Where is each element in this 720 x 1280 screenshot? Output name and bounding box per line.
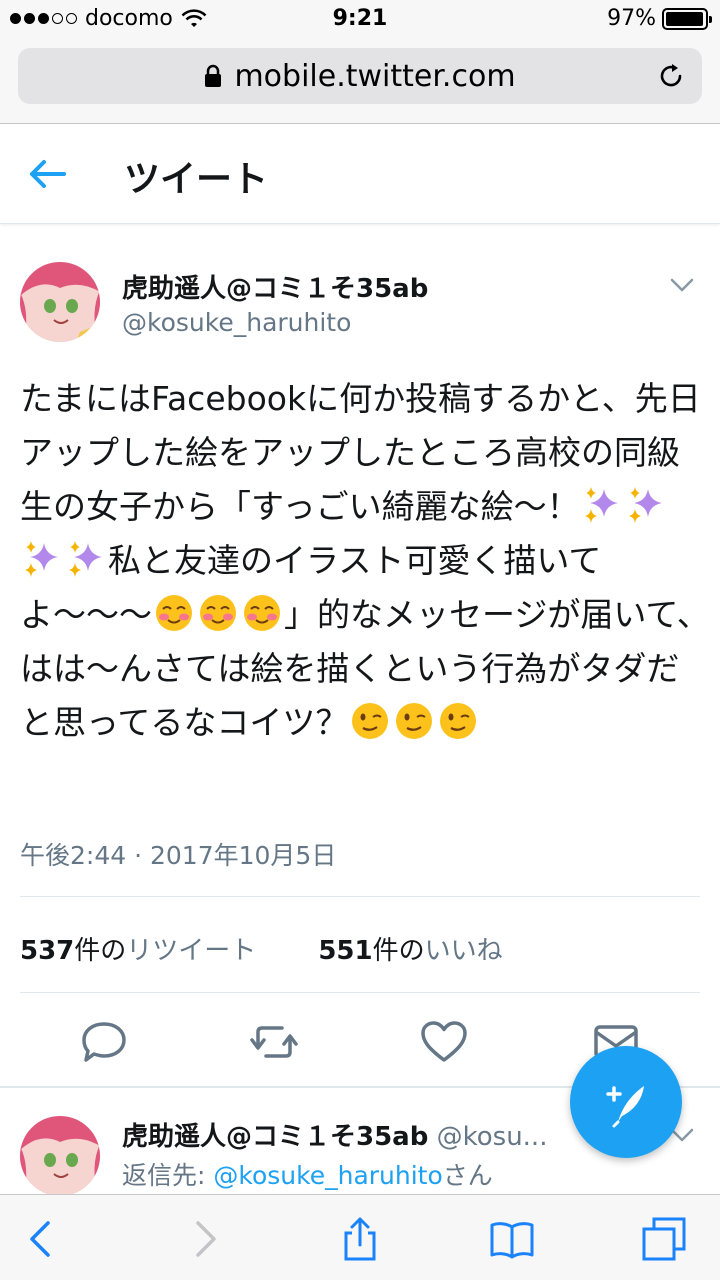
winking-face-emoji-icon (352, 703, 389, 739)
reply-mention-link[interactable]: @kosuke_haruhito (213, 1161, 442, 1190)
smiling-blush-emoji-icon (244, 595, 280, 631)
smiling-blush-emoji-icon (156, 595, 192, 631)
retweets-count: 537 (20, 936, 75, 966)
reply-icon[interactable] (78, 1016, 130, 1068)
user-handle: @kosu... (436, 1122, 548, 1152)
compose-tweet-button[interactable] (570, 1046, 682, 1158)
likes-stat[interactable]: 551件のいいね (318, 930, 502, 967)
retweets-label: リツイート (126, 936, 257, 966)
likes-label: いいね (424, 936, 503, 966)
tweet-text: たまにはFacebookに何か投稿するかと、先日アップした絵をアップしたところ高… (20, 372, 710, 750)
battery-percent: 97% (607, 6, 656, 31)
share-icon[interactable] (336, 1215, 384, 1263)
page-title: ツイート (124, 159, 269, 200)
winking-face-emoji-icon (396, 703, 433, 739)
status-bar: docomo 9:21 97% (0, 0, 720, 40)
browser-address-area: mobile.twitter.com (0, 40, 720, 124)
reply-prefix: 返信先: (122, 1161, 214, 1190)
user-handle[interactable]: @kosuke_haruhito (122, 308, 351, 337)
likes-unit: 件の (372, 936, 425, 966)
avatar[interactable] (20, 1116, 100, 1196)
divider (20, 896, 700, 897)
display-name[interactable]: 虎助遥人@コミ１そ35ab (122, 268, 428, 305)
tabs-icon[interactable] (640, 1215, 688, 1263)
smiling-blush-emoji-icon (200, 595, 236, 631)
display-name: 虎助遥人@コミ１そ35ab (122, 1122, 429, 1152)
status-right: 97% (607, 6, 712, 31)
divider (20, 992, 700, 993)
battery-icon (662, 7, 712, 30)
sparkles-emoji-icon (69, 541, 102, 577)
reply-author[interactable]: 虎助遥人@コミ１そ35ab @kosu... (122, 1116, 547, 1153)
address-bar[interactable]: mobile.twitter.com (18, 48, 702, 104)
tweet-timestamp[interactable]: 午後2:44 · 2017年10月5日 (20, 836, 336, 872)
like-heart-icon[interactable] (418, 1016, 470, 1068)
bookmarks-book-icon[interactable] (488, 1215, 536, 1263)
reply-to-line: 返信先: @kosuke_haruhitoさん (122, 1156, 493, 1192)
sparkles-emoji-icon (628, 487, 662, 523)
avatar[interactable] (20, 262, 100, 342)
retweets-unit: 件の (74, 936, 127, 966)
winking-face-emoji-icon (440, 703, 477, 739)
retweets-stat[interactable]: 537件のリツイート (20, 930, 256, 967)
browser-toolbar (0, 1194, 720, 1280)
page-header: ツイート (0, 124, 720, 224)
reload-icon[interactable] (656, 61, 686, 91)
back-chevron-icon[interactable] (18, 1215, 66, 1263)
sparkles-emoji-icon (584, 487, 618, 523)
tweet-stats: 537件のリツイート 551件のいいね (20, 930, 503, 967)
likes-count: 551 (318, 936, 373, 966)
reply-suffix: さん (442, 1161, 493, 1190)
forward-chevron-icon[interactable] (180, 1215, 228, 1263)
sparkles-emoji-icon (25, 541, 58, 577)
chevron-down-icon[interactable] (668, 270, 696, 298)
back-arrow-icon[interactable] (26, 154, 68, 194)
retweet-icon[interactable] (248, 1016, 300, 1068)
url-text: mobile.twitter.com (234, 58, 516, 94)
compose-feather-icon (606, 1086, 644, 1128)
lock-icon (205, 64, 222, 87)
